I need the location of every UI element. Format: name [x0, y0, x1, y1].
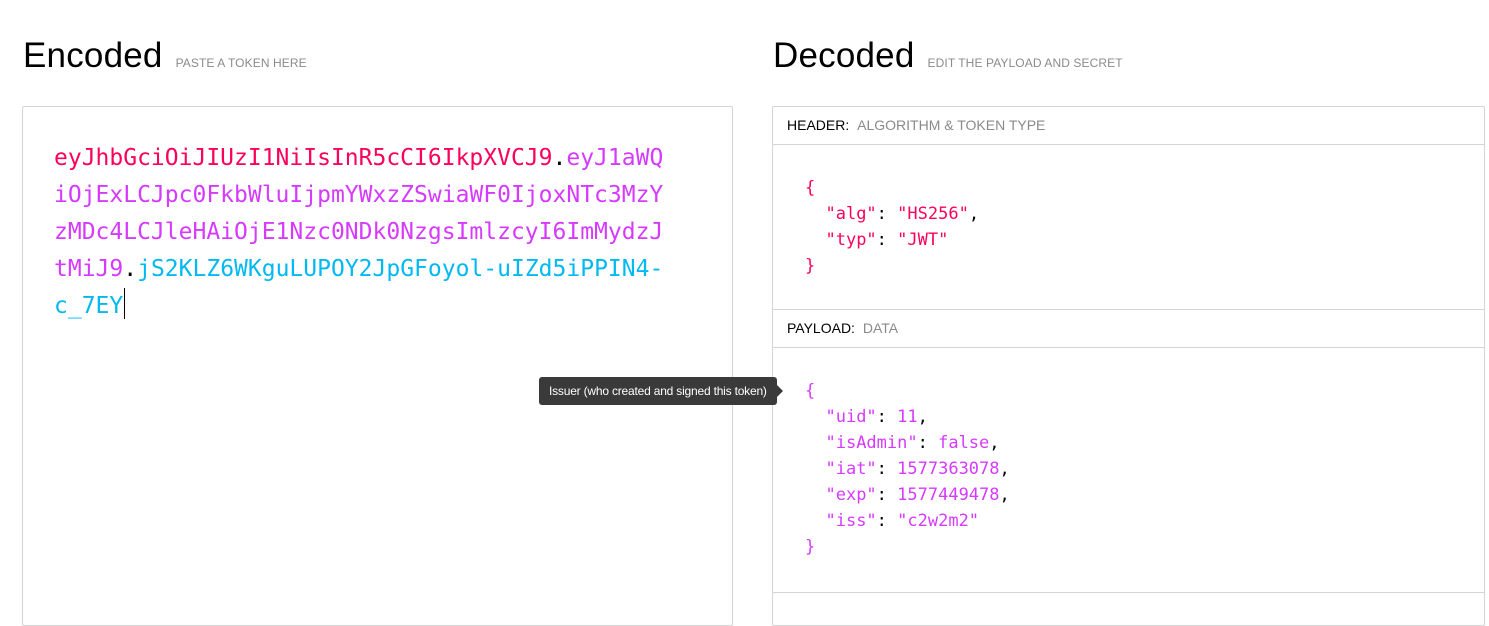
encoded-token-text[interactable]: eyJhbGciOiJIUzI1NiIsInR5cCI6IkpXVCJ9.eyJ…: [54, 140, 664, 325]
token-dot: .: [123, 256, 138, 282]
json-field-exp: "exp": 1577449478,: [825, 485, 1010, 505]
issuer-tooltip: Issuer (who created and signed this toke…: [539, 377, 783, 405]
json-open-brace: {: [805, 381, 816, 401]
payload-json-editor[interactable]: { "uid": 11, "isAdmin": false, "iat": 15…: [773, 348, 1484, 593]
json-comma: ,: [999, 459, 1010, 479]
json-field-uid: "uid": 11,: [825, 407, 928, 427]
decoded-heading-row: Decoded EDIT THE PAYLOAD AND SECRET: [773, 36, 1123, 76]
encoded-token-input[interactable]: eyJhbGciOiJIUzI1NiIsInR5cCI6IkpXVCJ9.eyJ…: [22, 106, 733, 626]
json-field-typ: "typ": "JWT": [825, 230, 949, 250]
header-json-editor[interactable]: { "alg": "HS256", "typ": "JWT" }: [773, 145, 1484, 310]
json-open-brace: {: [805, 178, 816, 198]
json-value: "JWT": [897, 230, 949, 250]
json-key: "uid": [825, 407, 877, 427]
json-comma: ,: [999, 485, 1010, 505]
json-comma: ,: [989, 433, 1000, 453]
json-value: 1577449478: [897, 485, 1000, 505]
encoded-subtitle: PASTE A TOKEN HERE: [175, 56, 307, 70]
payload-label: PAYLOAD:: [787, 320, 855, 336]
json-close-brace: }: [805, 537, 816, 557]
json-key: "isAdmin": [825, 433, 918, 453]
header-label: HEADER:: [787, 117, 850, 133]
token-signature-segment: jS2KLZ6WKguLUPOY2JpGFoyol-uIZd5iPPIN4-c_…: [54, 256, 664, 319]
json-close-brace: }: [805, 256, 816, 276]
decoded-box: HEADER: ALGORITHM & TOKEN TYPE { "alg": …: [772, 106, 1485, 626]
json-value: "HS256": [897, 204, 969, 224]
json-field-iat: "iat": 1577363078,: [825, 459, 1010, 479]
header-sublabel: ALGORITHM & TOKEN TYPE: [857, 117, 1046, 133]
payload-sublabel: DATA: [862, 320, 899, 336]
payload-section-label: PAYLOAD: DATA: [773, 310, 1484, 348]
json-value: "c2w2m2": [897, 511, 980, 531]
json-value: false: [938, 433, 990, 453]
json-field-isadmin: "isAdmin": false,: [825, 433, 1000, 453]
json-key: "exp": [825, 485, 877, 505]
json-value: 11: [897, 407, 918, 427]
token-dot: .: [552, 145, 567, 171]
json-comma: ,: [968, 204, 980, 224]
json-field-alg: "alg": "HS256",: [825, 204, 980, 224]
decoded-title: Decoded: [773, 36, 915, 75]
encoded-heading-row: Encoded PASTE A TOKEN HERE: [23, 36, 307, 76]
json-value: 1577363078: [897, 459, 1000, 479]
json-key: "iss": [825, 511, 877, 531]
header-section-label: HEADER: ALGORITHM & TOKEN TYPE: [773, 107, 1484, 145]
text-cursor: [124, 288, 126, 319]
encoded-title: Encoded: [23, 36, 163, 75]
json-comma: ,: [917, 407, 928, 427]
json-key: "typ": [825, 230, 877, 250]
decoded-subtitle: EDIT THE PAYLOAD AND SECRET: [927, 56, 1123, 70]
json-key: "alg": [825, 204, 877, 224]
json-key: "iat": [825, 459, 877, 479]
json-field-iss: "iss": "c2w2m2": [825, 511, 980, 531]
token-header-segment: eyJhbGciOiJIUzI1NiIsInR5cCI6IkpXVCJ9: [54, 145, 553, 171]
